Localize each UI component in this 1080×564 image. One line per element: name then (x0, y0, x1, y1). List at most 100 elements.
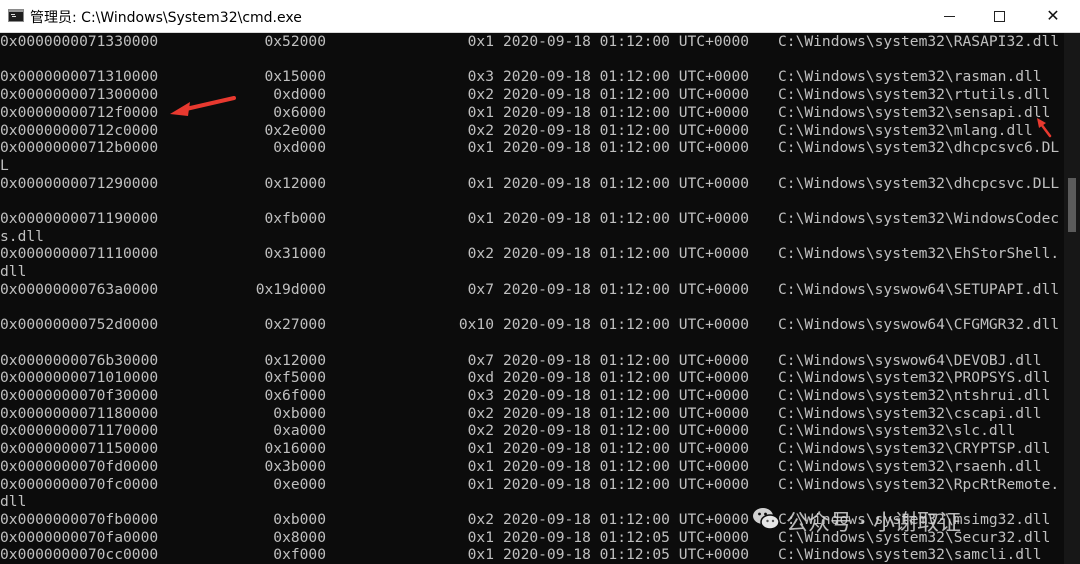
timestamp: 2020-09-18 01:12:00 UTC+0000 (503, 422, 750, 440)
minimize-button[interactable] (926, 0, 972, 32)
base-address: 0x0000000071290000 (0, 174, 159, 192)
module-size: 0x19d000 (255, 280, 326, 298)
maximize-button[interactable] (976, 0, 1022, 32)
timestamp: 2020-09-18 01:12:00 UTC+0000 (503, 103, 750, 121)
base-address: 0x00000000763a0000 (0, 280, 159, 298)
module-path: C:\Windows\system32\RpcRtRemote. (778, 475, 1060, 493)
watermark-text: 公众号 · 小谢取证 (786, 511, 961, 536)
load-count: 0x1 (467, 528, 494, 546)
module-size: 0x3b000 (264, 457, 326, 475)
module-path: C:\Windows\system32\sensapi.dll (778, 103, 1051, 121)
base-address: 0x0000000070f30000 (0, 387, 159, 404)
module-size: 0x12000 (264, 351, 326, 369)
red-arrow-icon (170, 96, 236, 116)
module-path: C:\Windows\system32\WindowsCodec (778, 210, 1060, 227)
load-count: 0x3 (467, 68, 494, 86)
module-path: C:\Windows\system32\dhcpcsvc.DLL (778, 174, 1060, 192)
base-address: 0x0000000071310000 (0, 68, 159, 86)
title-bar[interactable]: 管理员: C:\Windows\System32\cmd.exe ✕ (0, 0, 1080, 33)
console-output[interactable]: 0x0000000071330000 0x52000 0x1 2020-09-18 0… (0, 33, 1064, 564)
module-size: 0xe000 (273, 475, 326, 493)
module-path: C:\Windows\system32\RASAPI32.dll (778, 33, 1060, 50)
scrollbar-thumb[interactable] (1068, 178, 1076, 232)
table-row: 0x0000000071010000 0xf5000 0xd 2020-09-18 0… (0, 369, 1064, 387)
table-row: 0x0000000076b30000 0x12000 0x7 2020-09-18 0… (0, 352, 1064, 370)
vertical-scrollbar[interactable] (1064, 33, 1080, 564)
timestamp: 2020-09-18 01:12:00 UTC+0000 (503, 174, 750, 192)
module-size: 0x52000 (264, 33, 326, 50)
module-size: 0x16000 (264, 440, 326, 458)
cmd-icon (8, 9, 24, 22)
timestamp: 2020-09-18 01:12:00 UTC+0000 (503, 280, 750, 298)
timestamp: 2020-09-18 01:12:00 UTC+0000 (503, 316, 750, 334)
module-size: 0x6000 (273, 103, 326, 121)
load-count: 0x1 (467, 475, 494, 493)
table-row: 0x0000000071180000 0xb000 0x2 2020-09-18 01… (0, 405, 1064, 423)
module-path: C:\Windows\system32\CRYPTSP.dll (778, 440, 1051, 458)
timestamp: 2020-09-18 01:12:00 UTC+0000 (503, 510, 750, 528)
table-row: 0x0000000071290000 0x12000 0x1 2020-09-18 0… (0, 175, 1064, 193)
wechat-icon (753, 508, 780, 530)
load-count: 0x1 (467, 457, 494, 475)
module-path: C:\Windows\system32\PROPSYS.dll (778, 369, 1051, 387)
module-path: C:\Windows\syswow64\DEVOBJ.dll (778, 351, 1042, 369)
load-count: 0x2 (467, 121, 494, 139)
table-row: 0x0000000071110000 0x31000 0x2 2020-09-18 0… (0, 245, 1064, 263)
timestamp: 2020-09-18 01:12:00 UTC+0000 (503, 121, 750, 139)
module-size: 0x6f000 (264, 387, 326, 404)
base-address: 0x0000000070cc0000 (0, 546, 159, 564)
load-count: 0x1 (467, 33, 494, 50)
module-path: C:\Windows\syswow64\CFGMGR32.dll (778, 316, 1060, 334)
module-size: 0x31000 (264, 245, 326, 263)
load-count: 0x1 (467, 103, 494, 121)
module-path: C:\Windows\system32\rsaenh.dll (778, 457, 1042, 475)
timestamp: 2020-09-18 01:12:00 UTC+0000 (503, 440, 750, 458)
load-count: 0x10 (458, 316, 494, 334)
table-row: 0x0000000070cc0000 0xf000 0x1 2020-09-18 01… (0, 546, 1064, 564)
wrapped-text: L (0, 156, 9, 174)
module-path: C:\Windows\system32\rasman.dll (778, 68, 1042, 86)
base-address: 0x00000000712b0000 (0, 139, 159, 157)
timestamp: 2020-09-18 01:12:00 UTC+0000 (503, 68, 750, 86)
table-row: 0x00000000712b0000 0xd000 0x1 2020-09-18 01… (0, 139, 1064, 157)
table-row: 0x0000000071310000 0x15000 0x3 2020-09-18 0… (0, 68, 1064, 86)
module-path: C:\Windows\system32\rtutils.dll (778, 86, 1051, 104)
base-address: 0x0000000070fb0000 (0, 510, 159, 528)
table-row: 0x0000000071170000 0xa000 0x2 2020-09-18 01… (0, 422, 1064, 440)
load-count: 0x2 (467, 245, 494, 263)
table-row: 0x0000000071300000 0xd000 0x2 2020-09-18 01… (0, 86, 1064, 104)
table-row: 0x0000000071190000 0xfb000 0x1 2020-09-18 0… (0, 210, 1064, 228)
timestamp: 2020-09-18 01:12:00 UTC+0000 (503, 475, 750, 493)
load-count: 0x2 (467, 404, 494, 422)
module-size: 0x8000 (273, 528, 326, 546)
module-path: C:\Windows\syswow64\SETUPAPI.dll (778, 280, 1060, 298)
timestamp: 2020-09-18 01:12:00 UTC+0000 (503, 351, 750, 369)
module-size: 0x2e000 (264, 121, 326, 139)
close-icon: ✕ (1046, 6, 1060, 25)
table-row: 0x00000000712c0000 0x2e000 0x2 2020-09-18 0… (0, 122, 1064, 140)
table-row: 0x0000000070fd0000 0x3b000 0x1 2020-09-18 0… (0, 458, 1064, 476)
wrapped-text: s.dll (0, 227, 44, 245)
load-count: 0x1 (467, 440, 494, 458)
load-count: 0x2 (467, 510, 494, 528)
timestamp: 2020-09-18 01:12:00 UTC+0000 (503, 139, 750, 157)
base-address: 0x0000000071010000 (0, 369, 159, 387)
base-address: 0x0000000071170000 (0, 422, 159, 440)
base-address: 0x00000000752d0000 (0, 316, 159, 334)
wrapped-text: dll (0, 493, 27, 511)
module-path: C:\Windows\system32\slc.dll (778, 422, 1016, 440)
minimize-icon (943, 15, 955, 17)
window-title: 管理员: C:\Windows\System32\cmd.exe (30, 10, 302, 26)
module-size: 0xb000 (273, 404, 326, 422)
timestamp: 2020-09-18 01:12:00 UTC+0000 (503, 210, 750, 227)
timestamp: 2020-09-18 01:12:00 UTC+0000 (503, 457, 750, 475)
module-path: C:\Windows\system32\ntshrui.dll (778, 387, 1051, 404)
maximize-icon (993, 10, 1005, 22)
module-size: 0x15000 (264, 68, 326, 86)
load-count: 0x1 (467, 210, 494, 227)
close-button[interactable]: ✕ (1030, 0, 1076, 32)
load-count: 0x7 (467, 280, 494, 298)
module-size: 0xa000 (273, 422, 326, 440)
table-row: 0x0000000071150000 0x16000 0x1 2020-09-18 0… (0, 440, 1064, 458)
timestamp: 2020-09-18 01:12:00 UTC+0000 (503, 245, 750, 263)
